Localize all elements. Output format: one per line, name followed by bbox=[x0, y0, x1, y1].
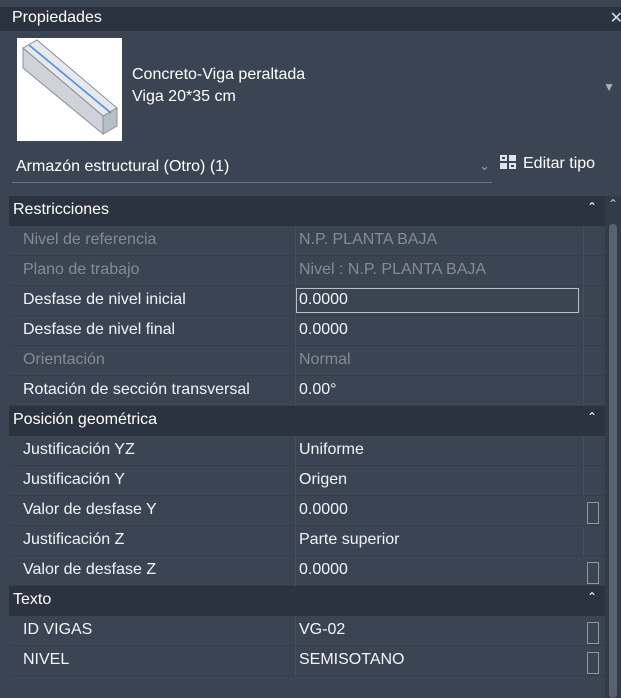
property-row: Nivel de referencia N.P. PLANTA BAJA bbox=[9, 226, 605, 256]
property-value[interactable]: 0.0000 bbox=[299, 291, 348, 309]
property-value[interactable]: SEMISOTANO bbox=[299, 651, 405, 669]
associate-parameter-button[interactable] bbox=[587, 502, 599, 524]
close-icon[interactable]: ✕ bbox=[610, 8, 621, 28]
property-value: Nivel : N.P. PLANTA BAJA bbox=[299, 261, 487, 278]
edit-type-icon bbox=[500, 155, 516, 169]
property-row: Orientación Normal bbox=[9, 346, 605, 376]
associate-parameter-button[interactable] bbox=[587, 652, 599, 674]
family-name: Concreto-Viga peraltada bbox=[132, 66, 306, 83]
property-name: Rotación de sección transversal bbox=[23, 381, 250, 398]
property-value[interactable]: Parte superior bbox=[299, 531, 400, 549]
section-texto[interactable]: Texto ⌃ bbox=[9, 586, 605, 616]
section-title: Texto bbox=[13, 591, 52, 608]
property-row[interactable]: ID VIGAS VG-02 bbox=[9, 616, 605, 646]
chevron-down-icon[interactable]: ⌄ bbox=[479, 158, 490, 174]
properties-panel: Propiedades ✕ Concreto-Viga peraltada Vi… bbox=[0, 0, 621, 698]
scroll-up-icon[interactable]: ⌃ bbox=[608, 197, 618, 211]
property-row: Plano de trabajo Nivel : N.P. PLANTA BAJ… bbox=[9, 256, 605, 286]
property-name: Justificación YZ bbox=[23, 441, 135, 458]
property-value[interactable]: VG-02 bbox=[299, 621, 345, 639]
section-restricciones[interactable]: Restricciones ⌃ bbox=[9, 196, 605, 226]
property-name: Desfase de nivel inicial bbox=[23, 291, 186, 308]
type-name: Concreto-Viga peraltada Viga 20*35 cm bbox=[132, 64, 305, 108]
property-name: Justificación Y bbox=[23, 471, 125, 488]
property-name: Orientación bbox=[23, 351, 105, 368]
section-title: Restricciones bbox=[13, 201, 110, 218]
vertical-scrollbar[interactable]: ⌃ bbox=[605, 196, 621, 698]
property-row[interactable]: Valor de desfase Y 0.0000 bbox=[9, 496, 605, 526]
scrollbar-thumb[interactable] bbox=[609, 224, 617, 698]
property-value[interactable]: 0.0000 bbox=[299, 321, 348, 339]
edit-type-button[interactable]: Editar tipo bbox=[499, 154, 595, 180]
property-value: Normal bbox=[299, 351, 351, 368]
property-name: Valor de desfase Y bbox=[23, 501, 157, 518]
property-name: Desfase de nivel final bbox=[23, 321, 176, 338]
property-row[interactable]: Valor de desfase Z 0.0000 bbox=[9, 556, 605, 586]
property-value[interactable]: Uniforme bbox=[299, 441, 364, 459]
category-filter-label: Armazón estructural (Otro) (1) bbox=[16, 158, 230, 175]
beam-preview-icon bbox=[22, 39, 118, 136]
collapse-icon[interactable]: ⌃ bbox=[587, 590, 597, 604]
section-title: Posición geométrica bbox=[13, 411, 158, 428]
property-row[interactable]: Justificación Y Origen bbox=[9, 466, 605, 496]
edit-type-label: Editar tipo bbox=[523, 155, 596, 172]
property-row[interactable]: Desfase de nivel inicial 0.0000 bbox=[9, 286, 605, 316]
property-row[interactable]: Rotación de sección transversal 0.00° bbox=[9, 376, 605, 406]
type-label: Viga 20*35 cm bbox=[132, 88, 236, 105]
panel-titlebar[interactable]: Propiedades ✕ bbox=[0, 7, 621, 31]
property-name: Valor de desfase Z bbox=[23, 561, 157, 578]
property-value[interactable]: Origen bbox=[299, 471, 347, 489]
property-name: ID VIGAS bbox=[23, 621, 93, 638]
associate-parameter-button[interactable] bbox=[587, 562, 599, 584]
collapse-icon[interactable]: ⌃ bbox=[587, 200, 597, 214]
property-value[interactable]: 0.0000 bbox=[299, 561, 348, 579]
category-filter[interactable]: Armazón estructural (Otro) (1) ⌄ bbox=[12, 154, 492, 183]
property-row[interactable]: Justificación YZ Uniforme bbox=[9, 436, 605, 466]
property-value: N.P. PLANTA BAJA bbox=[299, 231, 438, 248]
property-row[interactable]: Desfase de nivel final 0.0000 bbox=[9, 316, 605, 346]
panel-title: Propiedades bbox=[12, 9, 102, 26]
beam-thumbnail bbox=[17, 38, 122, 141]
property-row[interactable]: Justificación Z Parte superior bbox=[9, 526, 605, 556]
property-value[interactable]: 0.0000 bbox=[299, 501, 348, 519]
property-value[interactable]: 0.00° bbox=[299, 381, 337, 399]
property-name: Plano de trabajo bbox=[23, 261, 140, 278]
section-posicion-geometrica[interactable]: Posición geométrica ⌃ bbox=[9, 406, 605, 436]
properties-grid: Restricciones ⌃ Nivel de referencia N.P.… bbox=[9, 196, 605, 676]
property-row[interactable]: NIVEL SEMISOTANO bbox=[9, 646, 605, 676]
property-name: Nivel de referencia bbox=[23, 231, 157, 248]
associate-parameter-button[interactable] bbox=[587, 622, 599, 644]
type-dropdown-icon[interactable]: ▼ bbox=[603, 80, 615, 94]
collapse-icon[interactable]: ⌃ bbox=[587, 410, 597, 424]
property-name: NIVEL bbox=[23, 651, 70, 668]
property-name: Justificación Z bbox=[23, 531, 125, 548]
